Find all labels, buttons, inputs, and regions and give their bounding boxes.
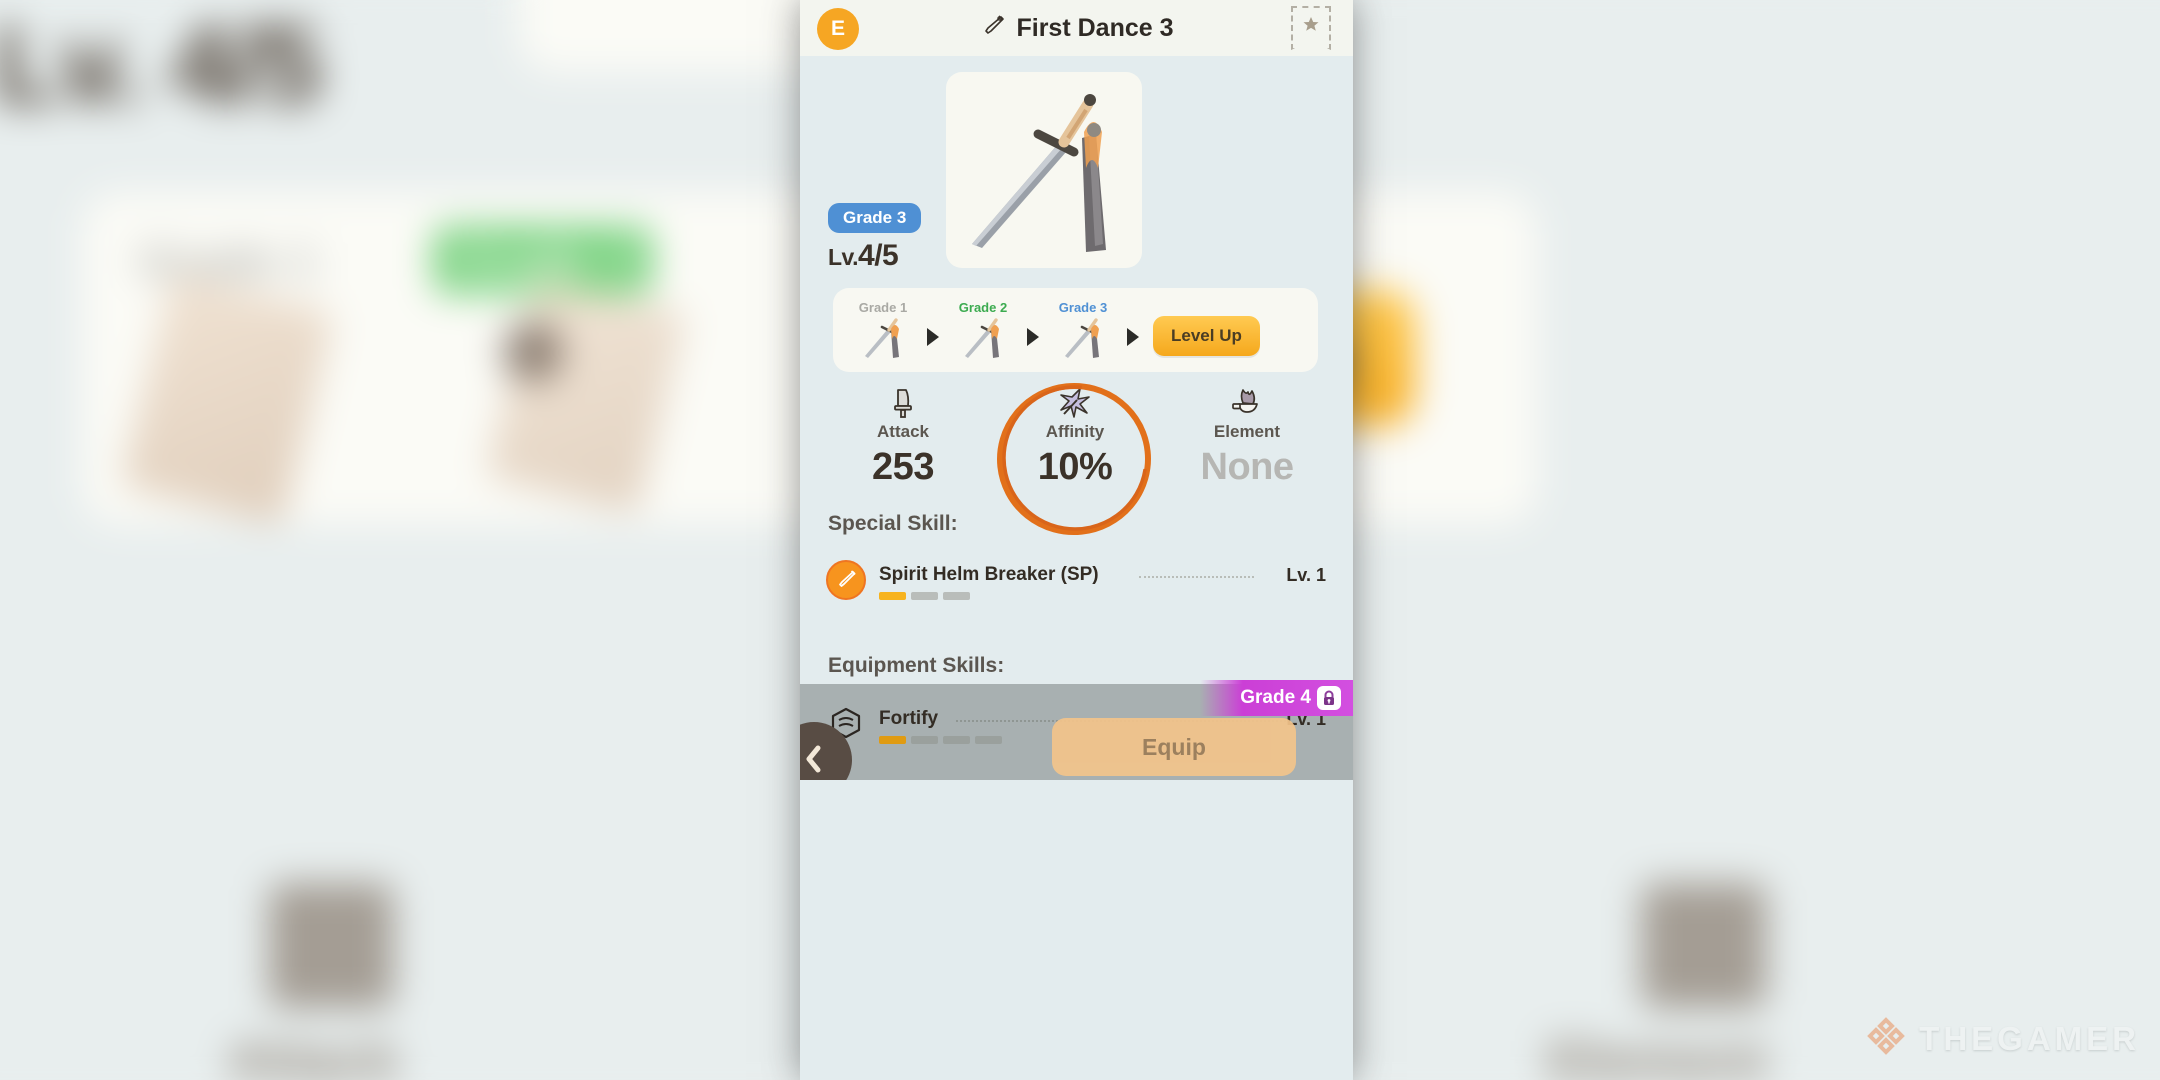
progress-segment xyxy=(879,736,906,744)
grade-badge: Grade 3 xyxy=(828,203,922,233)
upgrade-step-label: Grade 1 xyxy=(858,300,908,315)
burst-icon xyxy=(1000,385,1150,419)
bg-level-text: Lv. 4/5 xyxy=(0,1,322,128)
locked-grade-label: Grade 4 xyxy=(1240,687,1311,708)
progress-segment xyxy=(943,736,970,744)
sword-icon xyxy=(979,12,1007,45)
equipment-skill-progress xyxy=(879,736,1002,744)
upgrade-step-thumb xyxy=(865,318,899,358)
watermark-text: THEGAMER xyxy=(1919,1019,2140,1057)
upgrade-path: Grade 1 Grade 2 Grade 3 Level Up xyxy=(833,288,1318,372)
special-skill-level: Lv. 1 xyxy=(1286,565,1326,585)
progress-segment xyxy=(879,592,906,600)
bg-attack-icon xyxy=(268,883,394,1008)
special-skill-name: Spirit Helm Breaker (SP) xyxy=(879,564,1099,585)
stat-label: Element xyxy=(1213,422,1281,441)
bg-element-label: Element xyxy=(1548,1029,1767,1080)
upgrade-arrow-3 xyxy=(1127,328,1139,346)
progress-segment xyxy=(911,736,938,744)
item-image xyxy=(946,72,1142,268)
stats-row: Attack 253 Affinity 10% Element None xyxy=(800,382,1353,536)
weapon-detail-panel: E First Dance 3 Grade 3 Lv.4/5 Grade 1 G… xyxy=(800,0,1353,1080)
level-up-button[interactable]: Level Up xyxy=(1153,316,1260,356)
progress-segment xyxy=(975,736,1002,744)
upgrade-arrow-1 xyxy=(927,328,939,346)
item-level-prefix: Lv. xyxy=(828,244,859,270)
flame-icon xyxy=(1172,385,1322,419)
upgrade-step-thumb xyxy=(965,318,999,358)
chevron-left-icon xyxy=(801,744,827,777)
thegamer-diamond-logo xyxy=(1865,1015,1907,1062)
upgrade-step-label: Grade 3 xyxy=(1058,300,1108,315)
panel-bottom-strip xyxy=(800,780,1353,1080)
special-skill-section-title: Special Skill: xyxy=(828,512,958,535)
upgrade-step-grade3[interactable]: Grade 3 xyxy=(1047,300,1119,360)
item-level: Lv.4/5 xyxy=(828,239,899,273)
equip-button[interactable]: Equip xyxy=(1052,718,1296,776)
page-title: First Dance 3 xyxy=(1016,13,1174,42)
locked-grade-badge: Grade 4 xyxy=(1200,680,1353,716)
screenshot-stage: Lv. 4/5 Grade 1 Grade 2 Level Up Attack … xyxy=(0,0,2160,1080)
upgrade-step-grade1[interactable]: Grade 1 xyxy=(847,300,919,360)
special-skill-row[interactable]: Spirit Helm Breaker (SP) Lv. 1 xyxy=(826,556,1326,614)
blade-icon xyxy=(828,385,978,419)
equipment-skills-section-title: Equipment Skills: xyxy=(828,654,1005,677)
stat-value: 10% xyxy=(1037,446,1113,488)
sword-badge-icon xyxy=(826,560,866,600)
panel-header: E First Dance 3 xyxy=(800,0,1353,56)
upgrade-arrow-2 xyxy=(1027,328,1039,346)
bg-arrow-1 xyxy=(502,321,564,382)
special-skill-progress xyxy=(879,592,970,600)
item-level-value: 4/5 xyxy=(858,239,899,272)
stat-label: Affinity xyxy=(1045,422,1105,441)
upgrade-step-grade2[interactable]: Grade 2 xyxy=(947,300,1019,360)
stat-attack: Attack 253 xyxy=(828,385,978,489)
upgrade-step-label: Grade 2 xyxy=(958,300,1008,315)
lock-icon xyxy=(1317,686,1341,710)
watermark: THEGAMER xyxy=(1865,1015,2140,1062)
progress-segment xyxy=(911,592,938,600)
stat-value: 253 xyxy=(872,446,934,488)
bg-element-icon xyxy=(1641,883,1767,1008)
stat-element: Element None xyxy=(1172,385,1322,489)
bg-grade1-label: Grade 1 xyxy=(138,234,317,289)
stat-affinity: Affinity 10% xyxy=(1000,385,1150,489)
title-group: First Dance 3 xyxy=(800,0,1353,56)
progress-segment xyxy=(943,592,970,600)
upgrade-step-thumb xyxy=(1065,318,1099,358)
equipment-skill-name: Fortify xyxy=(879,708,939,729)
stat-label: Attack xyxy=(877,422,929,441)
bg-attack-label: Attack xyxy=(227,1029,399,1080)
special-skill-dots xyxy=(1139,576,1254,580)
stat-value: None xyxy=(1200,446,1295,488)
